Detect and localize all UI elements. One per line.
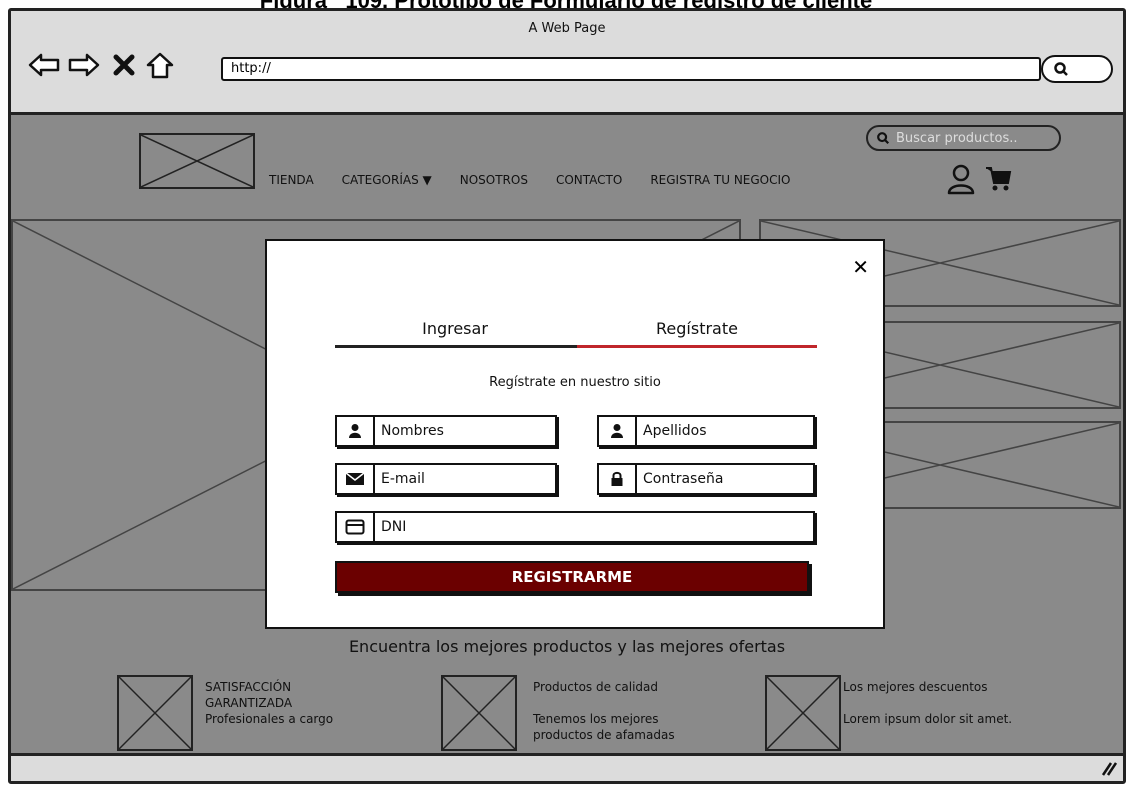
- search-icon: [877, 132, 890, 145]
- feature-2-line: Tenemos los mejores: [533, 712, 659, 726]
- back-arrow-icon[interactable]: [27, 49, 61, 81]
- page-tagline: Encuentra los mejores productos y las me…: [348, 637, 786, 656]
- apellidos-placeholder: Apellidos: [643, 423, 707, 439]
- stop-x-icon[interactable]: [107, 49, 141, 81]
- feature-1-line: GARANTIZADA: [205, 696, 293, 710]
- browser-window: A Web Page http:// TIENDA CATEGORÍAS ▼ N…: [8, 8, 1126, 784]
- feature-1-line: Profesionales a cargo: [205, 712, 334, 726]
- search-icon: [1054, 62, 1068, 76]
- feature-3-line: Lorem ipsum dolor sit amet.: [843, 712, 1013, 726]
- resize-grip-icon[interactable]: [1099, 760, 1117, 776]
- url-input[interactable]: http://: [221, 57, 1041, 81]
- user-cart-group: [946, 163, 1012, 195]
- user-icon[interactable]: [946, 163, 976, 195]
- browser-statusbar: [11, 753, 1123, 781]
- feature-text-3: Los mejores descuentos Lorem ipsum dolor…: [843, 679, 1012, 727]
- close-icon[interactable]: ✕: [852, 255, 869, 279]
- nombres-field[interactable]: Nombres: [335, 415, 557, 447]
- feature-image-1: [117, 675, 193, 751]
- feature-text-2: Productos de calidad Tenemos los mejores…: [533, 679, 675, 743]
- menu-item-categorias[interactable]: CATEGORÍAS ▼: [342, 173, 432, 187]
- dni-field[interactable]: DNI: [335, 511, 815, 543]
- modal-subtitle: Regístrate en nuestro sitio: [489, 375, 661, 390]
- register-modal: ✕ Ingresar Regístrate Regístrate en nues…: [265, 239, 885, 629]
- email-field[interactable]: E-mail: [335, 463, 557, 495]
- menu-item-registra-negocio[interactable]: REGISTRA TU NEGOCIO: [650, 173, 790, 187]
- menu-item-tienda[interactable]: TIENDA: [269, 173, 314, 187]
- tab-registrate-underline: [577, 345, 817, 348]
- site-search-input[interactable]: Buscar productos..: [866, 125, 1061, 151]
- envelope-icon: [337, 465, 375, 493]
- home-icon[interactable]: [143, 49, 177, 81]
- email-placeholder: E-mail: [381, 471, 425, 487]
- tab-registrate[interactable]: Regístrate: [577, 319, 817, 338]
- forward-arrow-icon[interactable]: [67, 49, 101, 81]
- menu-item-nosotros[interactable]: NOSOTROS: [460, 173, 528, 187]
- password-placeholder: Contraseña: [643, 471, 724, 487]
- browser-chrome: A Web Page http://: [11, 11, 1123, 115]
- main-menu: TIENDA CATEGORÍAS ▼ NOSOTROS CONTACTO RE…: [269, 173, 791, 187]
- nombres-placeholder: Nombres: [381, 423, 444, 439]
- password-field[interactable]: Contraseña: [597, 463, 815, 495]
- logo-placeholder[interactable]: [139, 133, 255, 189]
- site-search-placeholder: Buscar productos..: [896, 130, 1018, 146]
- feature-text-1: SATISFACCIÓN GARANTIZADA Profesionales a…: [205, 679, 333, 727]
- register-button[interactable]: REGISTRARME: [335, 561, 809, 593]
- feature-2-spacer: [533, 695, 675, 711]
- tab-ingresar[interactable]: Ingresar: [335, 319, 575, 338]
- feature-2-line: Productos de calidad: [533, 680, 658, 694]
- dni-placeholder: DNI: [381, 519, 407, 535]
- feature-image-2: [441, 675, 517, 751]
- user-icon: [337, 417, 375, 445]
- feature-1-line: SATISFACCIÓN: [205, 680, 292, 694]
- id-card-icon: [337, 513, 375, 541]
- menu-item-contacto[interactable]: CONTACTO: [556, 173, 622, 187]
- feature-3-line: Los mejores descuentos: [843, 680, 988, 694]
- feature-3-spacer: [843, 695, 1012, 711]
- tab-ingresar-underline: [335, 345, 577, 348]
- browser-search-button[interactable]: [1041, 55, 1113, 83]
- cart-icon[interactable]: [984, 165, 1012, 193]
- feature-2-line: productos de afamadas: [533, 728, 675, 742]
- window-title: A Web Page: [528, 21, 606, 36]
- feature-image-3: [765, 675, 841, 751]
- apellidos-field[interactable]: Apellidos: [597, 415, 815, 447]
- web-page: TIENDA CATEGORÍAS ▼ NOSOTROS CONTACTO RE…: [11, 115, 1123, 755]
- lock-icon: [599, 465, 637, 493]
- user-icon: [599, 417, 637, 445]
